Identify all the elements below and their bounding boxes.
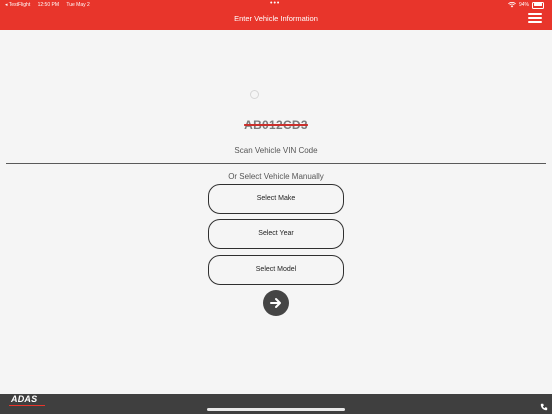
status-left: ◂ TestFlight 12:50 PM Tue May 2 xyxy=(5,0,96,10)
select-model-button[interactable]: Select Model xyxy=(208,255,344,285)
app-header: ◂ TestFlight 12:50 PM Tue May 2 ••• 94% … xyxy=(0,0,552,30)
battery-percent: 94% xyxy=(518,2,529,8)
status-bar: ◂ TestFlight 12:50 PM Tue May 2 ••• 94% xyxy=(0,0,552,10)
select-year-button[interactable]: Select Year xyxy=(208,219,344,249)
back-to-testflight-link[interactable]: ◂ TestFlight xyxy=(5,2,30,8)
select-make-button[interactable]: Select Make xyxy=(208,184,344,214)
app-footer: ADAS xyxy=(0,394,552,414)
logo-text: ADAS xyxy=(11,394,38,404)
loading-spinner-icon xyxy=(250,90,259,99)
multitask-dots-icon[interactable]: ••• xyxy=(270,0,280,9)
status-date: Tue May 2 xyxy=(66,2,90,8)
manual-select-label: Or Select Vehicle Manually xyxy=(228,172,324,181)
battery-icon xyxy=(532,1,544,9)
wifi-icon xyxy=(508,2,516,8)
scan-vin-button[interactable]: Scan Vehicle VIN Code xyxy=(0,146,552,155)
phone-icon[interactable] xyxy=(540,403,548,411)
next-button[interactable] xyxy=(263,290,289,316)
vin-sample-image[interactable]: AB012CD3 xyxy=(0,118,552,132)
logo-underline xyxy=(9,405,45,406)
hamburger-icon xyxy=(528,13,542,23)
adas-logo: ADAS xyxy=(7,394,47,407)
status-time: 12:50 PM xyxy=(37,2,60,8)
page-title: Enter Vehicle Information xyxy=(234,14,318,23)
status-right: 94% xyxy=(508,0,544,10)
arrow-right-icon xyxy=(270,298,281,308)
menu-button[interactable] xyxy=(528,13,542,25)
home-indicator[interactable] xyxy=(207,408,345,411)
divider xyxy=(6,163,546,164)
